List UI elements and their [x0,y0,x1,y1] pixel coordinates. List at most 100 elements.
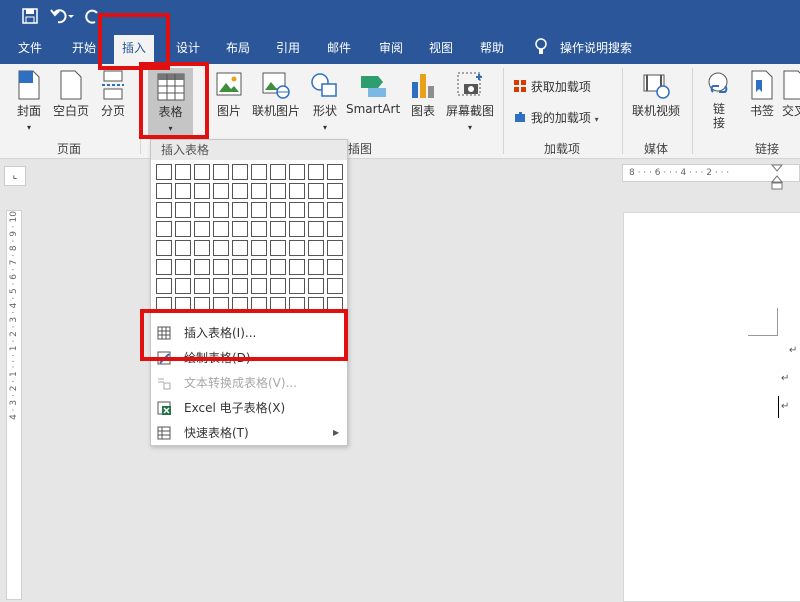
grid-cell[interactable] [194,240,210,256]
grid-cell[interactable] [232,278,248,294]
grid-cell[interactable] [308,202,324,218]
grid-cell[interactable] [327,278,343,294]
grid-cell[interactable] [251,240,267,256]
tab-mailings[interactable]: 邮件 [327,40,351,56]
grid-cell[interactable] [327,221,343,237]
vertical-ruler[interactable]: 4 · 3 · 2 · 1 · · · 1 · 2 · 3 · 4 · 5 · … [6,210,22,600]
grid-cell[interactable] [213,240,229,256]
tab-file[interactable]: 文件 [18,40,42,56]
grid-cell[interactable] [175,259,191,275]
online-video-button[interactable]: 联机视频 [630,70,682,119]
tab-insert[interactable]: 插入 [114,35,155,64]
grid-cell[interactable] [289,259,305,275]
grid-cell[interactable] [327,202,343,218]
grid-cell[interactable] [232,202,248,218]
grid-cell[interactable] [213,164,229,180]
smartart-button[interactable]: SmartArt [346,70,400,116]
grid-cell[interactable] [308,164,324,180]
grid-cell[interactable] [232,259,248,275]
grid-cell[interactable] [327,297,343,313]
grid-cell[interactable] [270,278,286,294]
cover-page-button[interactable]: 封面 ▾ [12,70,46,133]
grid-cell[interactable] [289,278,305,294]
grid-cell[interactable] [327,183,343,199]
grid-cell[interactable] [194,164,210,180]
menu-item-convert-text[interactable]: 文本转换成表格(V)... [151,371,347,395]
grid-cell[interactable] [213,278,229,294]
tab-design[interactable]: 设计 [176,40,200,56]
grid-cell[interactable] [270,164,286,180]
grid-cell[interactable] [175,183,191,199]
tab-home[interactable]: 开始 [72,40,96,56]
grid-cell[interactable] [194,278,210,294]
tell-me-search[interactable]: 操作说明搜索 [560,40,632,56]
menu-item-draw-table[interactable]: 绘制表格(D) [151,346,347,370]
menu-item-insert-table[interactable]: 插入表格(I)... [151,321,347,345]
grid-cell[interactable] [232,240,248,256]
grid-cell[interactable] [327,164,343,180]
grid-cell[interactable] [251,183,267,199]
grid-cell[interactable] [194,297,210,313]
grid-cell[interactable] [308,240,324,256]
grid-cell[interactable] [156,202,172,218]
grid-cell[interactable] [175,202,191,218]
grid-cell[interactable] [213,183,229,199]
link-button[interactable]: 链接 [702,70,736,130]
grid-cell[interactable] [232,183,248,199]
grid-cell[interactable] [194,259,210,275]
grid-cell[interactable] [289,183,305,199]
chart-button[interactable]: 图表 [408,70,438,119]
online-pictures-button[interactable]: 联机图片 [251,70,301,119]
grid-cell[interactable] [251,278,267,294]
grid-cell[interactable] [156,183,172,199]
grid-cell[interactable] [156,278,172,294]
grid-cell[interactable] [308,297,324,313]
grid-cell[interactable] [194,183,210,199]
tab-layout[interactable]: 布局 [226,40,250,56]
tell-me-icon[interactable] [535,38,547,60]
table-button[interactable]: 表格 ▾ [148,68,193,136]
grid-cell[interactable] [289,202,305,218]
grid-cell[interactable] [270,221,286,237]
pictures-button[interactable]: 图片 [214,70,244,119]
tab-review[interactable]: 审阅 [379,40,403,56]
grid-cell[interactable] [251,202,267,218]
blank-page-button[interactable]: 空白页 [50,70,92,119]
grid-cell[interactable] [289,221,305,237]
grid-cell[interactable] [175,221,191,237]
grid-cell[interactable] [270,183,286,199]
grid-cell[interactable] [175,164,191,180]
document-page[interactable]: ↵ ↵ ↵ [623,212,800,602]
grid-cell[interactable] [289,297,305,313]
grid-cell[interactable] [308,259,324,275]
grid-cell[interactable] [213,259,229,275]
page-break-button[interactable]: 分页 [98,70,128,119]
grid-cell[interactable] [232,297,248,313]
grid-cell[interactable] [232,164,248,180]
grid-cell[interactable] [232,221,248,237]
bookmark-button[interactable]: 书签 [746,70,778,119]
grid-cell[interactable] [213,221,229,237]
menu-item-quick-tables[interactable]: 快速表格(T) ▶ [151,421,347,445]
grid-cell[interactable] [327,259,343,275]
my-addins-button[interactable]: 我的加载项 ▾ [513,109,599,126]
grid-cell[interactable] [289,164,305,180]
menu-item-excel-spreadsheet[interactable]: Excel 电子表格(X) [151,396,347,420]
cross-reference-button[interactable]: 交叉 [782,70,800,119]
redo-icon[interactable] [85,7,103,28]
grid-cell[interactable] [289,240,305,256]
undo-icon[interactable] [50,7,76,28]
grid-cell[interactable] [308,278,324,294]
grid-cell[interactable] [270,297,286,313]
get-addins-button[interactable]: 获取加载项 [513,78,591,95]
indent-marker[interactable] [770,164,784,190]
grid-cell[interactable] [194,221,210,237]
grid-cell[interactable] [194,202,210,218]
grid-cell[interactable] [251,259,267,275]
tab-references[interactable]: 引用 [276,40,300,56]
grid-cell[interactable] [156,240,172,256]
grid-cell[interactable] [327,240,343,256]
table-size-grid[interactable] [156,164,346,314]
save-icon[interactable] [22,8,38,27]
grid-cell[interactable] [308,183,324,199]
